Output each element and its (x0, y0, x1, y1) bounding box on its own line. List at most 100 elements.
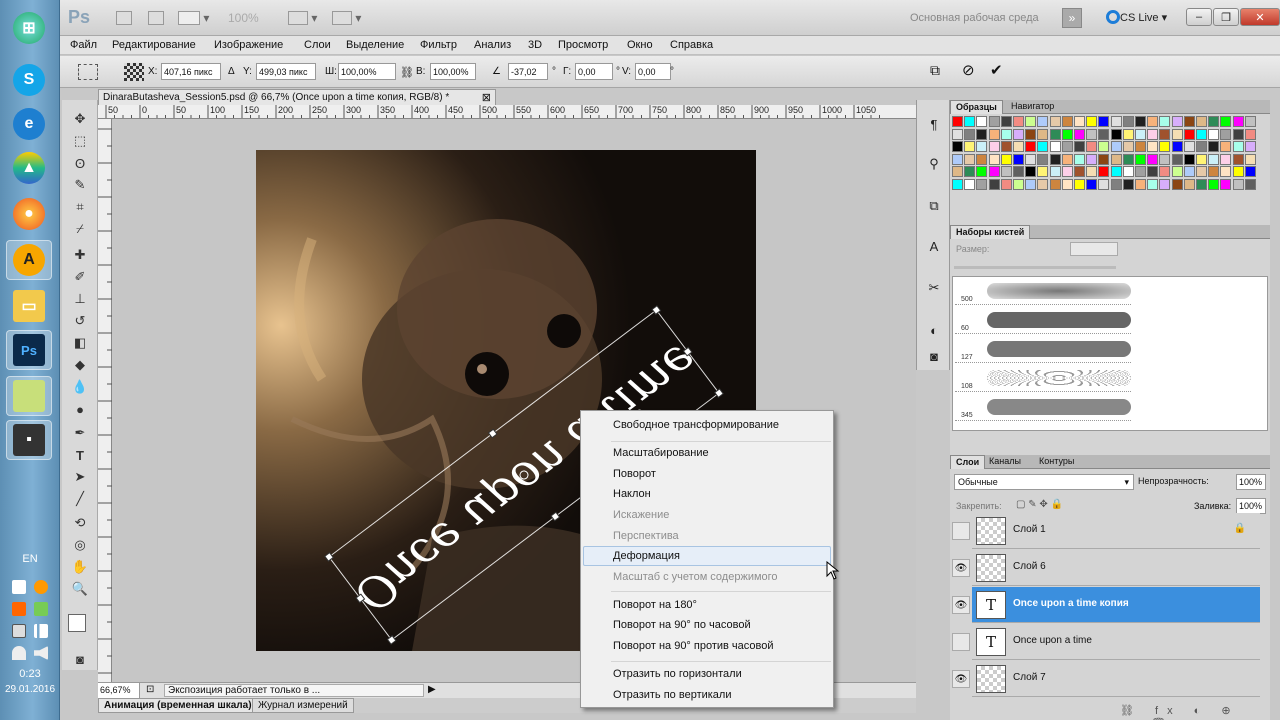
color-swatch[interactable] (1061, 116, 1073, 127)
color-swatch[interactable] (1122, 141, 1134, 152)
color-swatch[interactable] (1208, 178, 1220, 190)
color-swatch[interactable] (1061, 128, 1073, 140)
color-swatch[interactable] (1135, 128, 1146, 140)
quick-select-tool-icon[interactable]: ✎ (71, 176, 89, 194)
color-swatch[interactable] (1171, 116, 1183, 127)
color-swatch[interactable] (1208, 116, 1220, 127)
color-swatch[interactable] (1135, 178, 1146, 190)
taskbar-skype[interactable]: S (6, 60, 52, 100)
restore-button[interactable]: ❐ (1213, 8, 1239, 26)
pen-tool-icon[interactable]: ✒ (71, 424, 89, 442)
color-swatch[interactable] (1110, 153, 1122, 165)
color-swatch[interactable] (964, 166, 976, 177)
color-swatch[interactable] (964, 178, 976, 190)
color-swatch[interactable] (1049, 153, 1061, 165)
color-swatch[interactable] (1098, 178, 1110, 190)
color-swatch[interactable] (988, 178, 1000, 190)
color-swatch[interactable] (1135, 141, 1146, 152)
language-indicator[interactable]: EN (0, 553, 60, 565)
bridge-button[interactable] (116, 9, 132, 27)
taskbar-explorer[interactable]: ▭ (6, 286, 52, 326)
color-swatch[interactable] (1074, 116, 1085, 127)
color-swatch[interactable] (1220, 166, 1232, 177)
brush-tool-icon[interactable]: ✐ (71, 268, 89, 286)
color-swatch[interactable] (1244, 178, 1256, 190)
color-swatch[interactable] (1000, 128, 1012, 140)
start-button[interactable]: ⊞ (6, 8, 52, 48)
zoom-level[interactable]: 100% (228, 9, 259, 27)
color-swatch[interactable] (1171, 166, 1183, 177)
color-swatch[interactable] (1025, 166, 1037, 177)
color-swatch[interactable] (952, 116, 963, 127)
color-swatch[interactable] (1183, 153, 1195, 165)
color-swatch[interactable] (1208, 128, 1220, 140)
color-swatch[interactable] (1110, 128, 1122, 140)
paragraph-icon[interactable]: ¶ (924, 114, 944, 134)
color-swatch[interactable] (1244, 166, 1256, 177)
color-swatch[interactable] (1074, 178, 1085, 190)
color-swatch[interactable] (964, 141, 976, 152)
type-tool-icon[interactable]: T (71, 446, 89, 464)
menu-filter[interactable]: Фильтр (420, 39, 457, 51)
brush-preset[interactable]: 127 (955, 335, 1131, 363)
color-swatch[interactable] (1013, 128, 1024, 140)
move-tool-icon[interactable]: ✥ (71, 110, 89, 128)
cancel-transform-icon[interactable]: ⊘ (962, 61, 975, 79)
color-swatch[interactable] (1220, 116, 1232, 127)
tab-measurement-log[interactable]: Журнал измерений (252, 698, 354, 713)
path-select-tool-icon[interactable]: ➤ (71, 468, 89, 486)
clock-time[interactable]: 0:23 (0, 668, 60, 680)
color-swatch[interactable] (1159, 178, 1171, 190)
color-swatch[interactable] (1061, 166, 1073, 177)
color-swatch[interactable] (1074, 153, 1085, 165)
color-swatch[interactable] (1086, 166, 1098, 177)
zoom-tool-icon[interactable]: 🔍 (71, 580, 89, 598)
color-swatch[interactable] (1025, 128, 1037, 140)
color-swatch[interactable] (988, 116, 1000, 127)
height-input[interactable]: 100,00% (430, 63, 476, 80)
warp-mode-icon[interactable]: ⧉ (930, 62, 940, 79)
color-swatch[interactable] (1232, 166, 1244, 177)
dodge-tool-icon[interactable]: ● (71, 400, 89, 418)
color-swatch[interactable] (1196, 128, 1207, 140)
color-swatch[interactable] (1061, 153, 1073, 165)
adjustments-icon[interactable]: ◐ (924, 320, 944, 340)
menu-rotate-180[interactable]: Поворот на 180° (613, 599, 697, 611)
color-swatch[interactable] (1208, 153, 1220, 165)
color-swatch[interactable] (1049, 166, 1061, 177)
color-swatch[interactable] (1232, 178, 1244, 190)
color-swatch[interactable] (1196, 141, 1207, 152)
workspace-expand-button[interactable]: » (1062, 8, 1082, 28)
color-swatch[interactable] (1220, 141, 1232, 152)
visibility-toggle[interactable] (952, 522, 970, 540)
workspace-label[interactable]: Основная рабочая среда (910, 12, 1039, 24)
color-swatch[interactable] (1074, 128, 1085, 140)
color-swatch[interactable] (964, 153, 976, 165)
layer-row[interactable]: T Once upon a time (972, 624, 1260, 660)
color-swatch[interactable] (1049, 141, 1061, 152)
menu-image[interactable]: Изображение (214, 39, 283, 51)
color-swatch[interactable] (1244, 128, 1256, 140)
color-swatch[interactable] (1147, 178, 1159, 190)
brush-preset[interactable]: 500 (955, 277, 1131, 305)
menu-view[interactable]: Просмотр (558, 39, 608, 51)
menu-file[interactable]: Файл (70, 39, 97, 51)
color-swatch[interactable] (1000, 116, 1012, 127)
color-swatch[interactable] (1037, 141, 1049, 152)
link-icon[interactable]: ⛓ (400, 66, 414, 79)
clock-date[interactable]: 29.01.2016 (0, 684, 60, 695)
color-swatch[interactable] (976, 153, 988, 165)
menu-rotate[interactable]: Поворот (613, 468, 656, 480)
brush-preset[interactable]: 108 (955, 364, 1131, 392)
masks-icon[interactable]: ◙ (924, 346, 944, 366)
hand-tool-icon[interactable]: ✋ (71, 558, 89, 576)
color-swatch[interactable] (1159, 141, 1171, 152)
gradient-tool-icon[interactable]: ◆ (71, 356, 89, 374)
color-swatch[interactable] (1159, 128, 1171, 140)
blend-mode-select[interactable]: Обычные ▾ (954, 474, 1134, 490)
color-swatch[interactable] (1013, 153, 1024, 165)
color-swatch[interactable] (1196, 166, 1207, 177)
signal-icon[interactable] (34, 624, 48, 638)
media-tray-icon[interactable] (12, 602, 26, 616)
color-swatch[interactable] (1086, 178, 1098, 190)
